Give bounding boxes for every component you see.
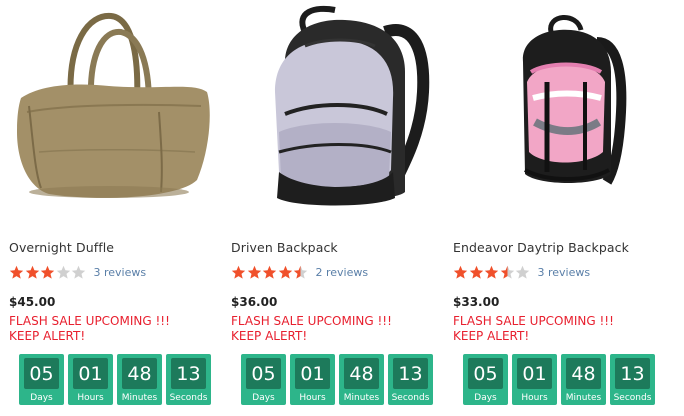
countdown-label: Minutes (121, 393, 158, 403)
product-card: Endeavor Daytrip Backpack 3 reviews $33.… (453, 0, 675, 416)
countdown-value: 13 (171, 358, 206, 389)
countdown-days: 05 Days (19, 354, 64, 405)
product-name[interactable]: Driven Backpack (231, 240, 338, 255)
star-icon (278, 265, 292, 279)
flash-sale-notice: FLASH SALE UPCOMING !!! KEEP ALERT! (9, 314, 170, 344)
product-card: Driven Backpack 2 reviews $36.00 FLASH S… (231, 0, 453, 416)
star-icon (9, 265, 24, 279)
star-icon (247, 265, 261, 279)
countdown-label: Hours (299, 393, 326, 403)
countdown-days: 05 Days (241, 354, 286, 405)
product-price: $45.00 (9, 295, 56, 309)
product-rating: 3 reviews (453, 263, 590, 281)
countdown-hours: 01 Hours (512, 354, 557, 405)
star-icon (56, 265, 70, 279)
product-card: Overnight Duffle 3 reviews $45.00 FLASH … (9, 0, 231, 416)
countdown-value: 01 (73, 358, 108, 389)
rating-stars (231, 265, 309, 280)
countdown-seconds: 13 Seconds (388, 354, 433, 405)
reviews-link[interactable]: 3 reviews (94, 266, 147, 279)
countdown-minutes: 48 Minutes (561, 354, 606, 405)
countdown-value: 13 (393, 358, 428, 389)
countdown-minutes: 48 Minutes (117, 354, 162, 405)
countdown-minutes: 48 Minutes (339, 354, 384, 405)
countdown-seconds: 13 Seconds (610, 354, 655, 405)
countdown-timer: 05 Days 01 Hours 48 Minutes 13 Seconds (241, 354, 433, 405)
countdown-label: Hours (77, 393, 104, 403)
countdown-timer: 05 Days 01 Hours 48 Minutes 13 Seconds (463, 354, 655, 405)
star-icon (515, 265, 530, 279)
star-icon (262, 265, 277, 279)
countdown-value: 01 (295, 358, 330, 389)
countdown-label: Days (252, 393, 275, 403)
rating-stars (453, 265, 531, 280)
product-rating: 2 reviews (231, 263, 368, 281)
countdown-value: 05 (468, 358, 503, 389)
countdown-label: Seconds (391, 393, 430, 403)
countdown-seconds: 13 Seconds (166, 354, 211, 405)
countdown-label: Hours (521, 393, 548, 403)
star-icon (469, 265, 483, 279)
countdown-label: Seconds (169, 393, 208, 403)
product-name[interactable]: Endeavor Daytrip Backpack (453, 240, 629, 255)
keep-alert-line: KEEP ALERT! (453, 329, 530, 343)
star-icon (293, 265, 308, 279)
countdown-days: 05 Days (463, 354, 508, 405)
countdown-value: 05 (24, 358, 59, 389)
flash-sale-line: FLASH SALE UPCOMING !!! (231, 314, 392, 328)
flash-sale-notice: FLASH SALE UPCOMING !!! KEEP ALERT! (231, 314, 392, 344)
star-icon (500, 265, 514, 279)
duffle-bag-image[interactable] (9, 2, 219, 216)
keep-alert-line: KEEP ALERT! (231, 329, 308, 343)
flash-sale-line: FLASH SALE UPCOMING !!! (9, 314, 170, 328)
star-icon (25, 265, 39, 279)
countdown-label: Days (30, 393, 53, 403)
star-icon (71, 265, 86, 279)
countdown-label: Minutes (343, 393, 380, 403)
star-icon (231, 265, 246, 279)
countdown-label: Days (474, 393, 497, 403)
product-grid: Overnight Duffle 3 reviews $45.00 FLASH … (0, 0, 684, 416)
star-icon (40, 265, 55, 279)
flash-sale-notice: FLASH SALE UPCOMING !!! KEEP ALERT! (453, 314, 614, 344)
flash-sale-line: FLASH SALE UPCOMING !!! (453, 314, 614, 328)
rating-stars (9, 265, 87, 280)
product-rating: 3 reviews (9, 263, 146, 281)
keep-alert-line: KEEP ALERT! (9, 329, 86, 343)
countdown-value: 01 (517, 358, 552, 389)
countdown-hours: 01 Hours (290, 354, 335, 405)
product-price: $36.00 (231, 295, 278, 309)
countdown-hours: 01 Hours (68, 354, 113, 405)
backpack-grey-image[interactable] (245, 2, 455, 216)
star-icon (484, 265, 499, 279)
backpack-pink-image[interactable] (467, 2, 677, 216)
countdown-label: Seconds (613, 393, 652, 403)
countdown-value: 48 (122, 358, 157, 389)
countdown-value: 48 (344, 358, 379, 389)
countdown-value: 05 (246, 358, 281, 389)
countdown-label: Minutes (565, 393, 602, 403)
countdown-timer: 05 Days 01 Hours 48 Minutes 13 Seconds (19, 354, 211, 405)
reviews-link[interactable]: 2 reviews (316, 266, 369, 279)
star-icon (453, 265, 468, 279)
reviews-link[interactable]: 3 reviews (538, 266, 591, 279)
countdown-value: 13 (615, 358, 650, 389)
countdown-value: 48 (566, 358, 601, 389)
product-price: $33.00 (453, 295, 500, 309)
product-name[interactable]: Overnight Duffle (9, 240, 114, 255)
